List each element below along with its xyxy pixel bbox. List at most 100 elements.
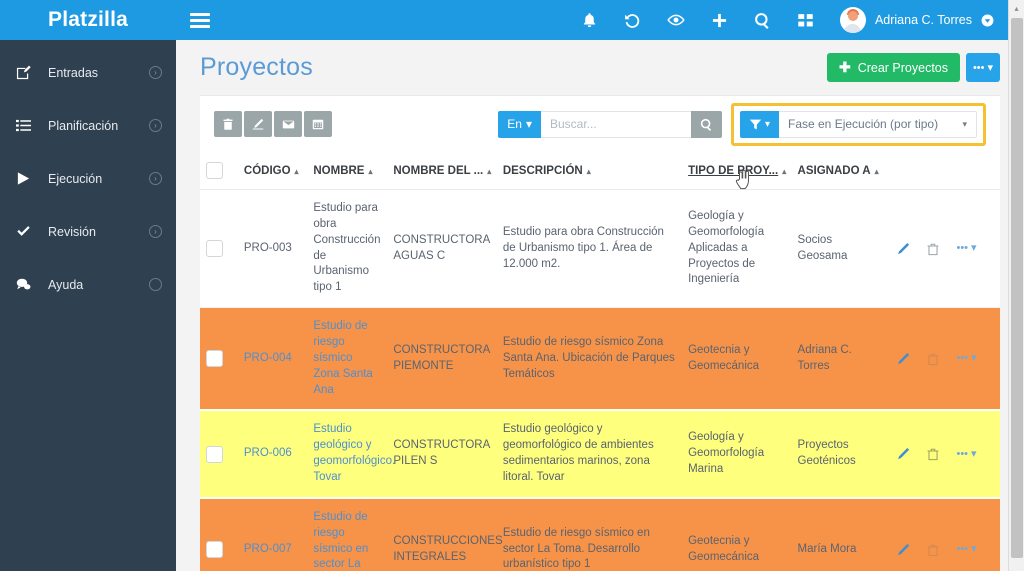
cell-nombre[interactable]: Estudio de riesgo sísmico en sector La T… bbox=[307, 497, 388, 571]
brand-logo[interactable]: Platzilla bbox=[0, 0, 176, 40]
list-icon bbox=[16, 118, 38, 133]
main-content: Adriana C. Torres Proyectos ✚ Crear Proy… bbox=[176, 0, 1024, 571]
cell-codigo[interactable]: PRO-004 bbox=[237, 307, 308, 412]
row-select-cell bbox=[200, 307, 238, 412]
delete-row-icon[interactable] bbox=[926, 447, 940, 461]
ellipsis-icon: ••• bbox=[972, 61, 985, 74]
edit-row-icon[interactable] bbox=[896, 242, 910, 256]
column-header-asignado-a[interactable]: ASIGNADO A ▴ bbox=[791, 152, 891, 190]
search-input[interactable] bbox=[540, 110, 691, 138]
cell-descripcion: Estudio para obra Construcción de Urbani… bbox=[496, 189, 683, 309]
edit-square-icon bbox=[16, 65, 38, 80]
sidebar-item-label: Ayuda bbox=[48, 277, 84, 292]
scroll-up-arrow-icon[interactable]: ▴ bbox=[1009, 0, 1024, 16]
column-header-nombre-del[interactable]: NOMBRE DEL ... ▴ bbox=[387, 152, 497, 190]
row-checkbox[interactable] bbox=[206, 240, 223, 258]
sidebar-item-label: Ejecución bbox=[48, 171, 103, 186]
page-more-actions-button[interactable]: ••• ▾ bbox=[966, 53, 1000, 82]
row-select-cell bbox=[200, 189, 238, 309]
calendar-selected-button[interactable] bbox=[304, 111, 332, 137]
cell-nombre[interactable]: Estudio de riesgo sísmico Zona Santa Ana bbox=[307, 307, 388, 412]
history-icon[interactable] bbox=[624, 12, 641, 29]
row-checkbox[interactable] bbox=[206, 541, 223, 559]
chevron-right-icon: › bbox=[149, 172, 162, 185]
filter-funnel-button[interactable]: ▾ bbox=[739, 110, 779, 138]
grid-icon[interactable] bbox=[797, 12, 814, 29]
plus-icon[interactable] bbox=[711, 12, 728, 29]
topbar: Adriana C. Torres bbox=[176, 0, 1024, 40]
cell-actions: ••• ▾ bbox=[890, 497, 1000, 571]
row-checkbox[interactable] bbox=[206, 445, 223, 463]
create-proyectos-label: Crear Proyectos bbox=[857, 60, 948, 75]
email-selected-button[interactable] bbox=[274, 111, 302, 137]
cell-tipo: Geotecnia y Geomecánica bbox=[682, 497, 792, 571]
table-row[interactable]: PRO-006 Estudio geológico y geomorfológi… bbox=[200, 410, 1000, 499]
table-body: PRO-003 Estudio para obra Construcción d… bbox=[200, 189, 1000, 571]
cell-asignado: María Mora bbox=[791, 497, 891, 571]
cell-nombre[interactable]: Estudio geológico y geomorfológico. Tova… bbox=[307, 410, 395, 499]
sidebar-item-ayuda[interactable]: Ayuda bbox=[0, 258, 176, 311]
search-group: En ▾ bbox=[498, 110, 722, 138]
search-submit-button[interactable] bbox=[690, 110, 722, 138]
row-more-actions[interactable]: ••• ▾ bbox=[956, 447, 976, 462]
page-scrollbar[interactable]: ▴ bbox=[1008, 0, 1024, 571]
table-row[interactable]: PRO-004 Estudio de riesgo sísmico Zona S… bbox=[200, 307, 1000, 412]
bell-icon[interactable] bbox=[581, 12, 598, 29]
column-label: DESCRIPCIÓN bbox=[502, 164, 583, 177]
projects-card: En ▾ ▾ Fase en bbox=[200, 95, 1000, 571]
delete-selected-button[interactable] bbox=[214, 111, 242, 137]
avatar bbox=[839, 7, 866, 33]
cell-codigo[interactable]: PRO-003 bbox=[237, 189, 308, 309]
chevron-right-icon: › bbox=[149, 225, 162, 238]
chevron-down-icon: ▾ bbox=[971, 241, 977, 254]
create-proyectos-button[interactable]: ✚ Crear Proyectos bbox=[826, 53, 960, 82]
chevron-down-icon[interactable] bbox=[981, 14, 994, 27]
cell-nombre-del: CONSTRUCTORA PIEMONTE bbox=[387, 307, 497, 412]
delete-row-icon[interactable] bbox=[926, 242, 940, 256]
eye-icon[interactable] bbox=[667, 11, 685, 29]
cell-codigo[interactable]: PRO-006 bbox=[237, 410, 308, 499]
delete-row-icon[interactable] bbox=[926, 543, 940, 557]
sort-asc-icon: ▴ bbox=[487, 166, 492, 176]
search-icon[interactable] bbox=[754, 12, 771, 29]
hamburger-menu-icon[interactable] bbox=[190, 12, 210, 28]
column-header-descripcion[interactable]: DESCRIPCIÓN ▴ bbox=[496, 152, 683, 190]
table-row[interactable]: PRO-007 Estudio de riesgo sísmico en sec… bbox=[200, 497, 1000, 571]
sidebar-item-label: Planificación bbox=[48, 118, 119, 133]
sidebar-item-ejecucion[interactable]: Ejecución › bbox=[0, 152, 176, 205]
edit-row-icon[interactable] bbox=[896, 447, 910, 461]
column-header-nombre[interactable]: NOMBRE ▴ bbox=[307, 152, 388, 190]
edit-row-icon[interactable] bbox=[896, 543, 910, 557]
select-all-checkbox[interactable] bbox=[206, 162, 223, 179]
column-header-tipo-de-proyecto[interactable]: TIPO DE PROY... ▴ bbox=[682, 152, 792, 190]
cell-nombre-del: CONSTRUCTORA AGUAS C bbox=[387, 189, 497, 309]
edit-selected-button[interactable] bbox=[244, 111, 272, 137]
sidebar-item-entradas[interactable]: Entradas › bbox=[0, 46, 176, 99]
row-checkbox[interactable] bbox=[206, 350, 223, 368]
language-dropdown-button[interactable]: En ▾ bbox=[498, 110, 541, 138]
edit-row-icon[interactable] bbox=[896, 352, 910, 366]
ellipsis-icon: ••• bbox=[956, 241, 969, 254]
chevron-right-icon: › bbox=[149, 119, 162, 132]
row-more-actions[interactable]: ••• ▾ bbox=[956, 542, 976, 557]
table-row[interactable]: PRO-003 Estudio para obra Construcción d… bbox=[200, 189, 1000, 309]
sidebar-item-planificacion[interactable]: Planificación › bbox=[0, 99, 176, 152]
row-more-actions[interactable]: ••• ▾ bbox=[956, 241, 976, 256]
cell-asignado: Proyectos Geoténicos bbox=[791, 410, 891, 499]
chevron-right-icon: › bbox=[149, 66, 162, 79]
sidebar-item-revision[interactable]: Revisión › bbox=[0, 205, 176, 258]
cell-asignado: Adriana C. Torres bbox=[791, 307, 891, 412]
user-menu[interactable]: Adriana C. Torres bbox=[839, 7, 994, 33]
column-header-codigo[interactable]: CÓDIGO ▴ bbox=[237, 152, 308, 190]
cell-codigo[interactable]: PRO-007 bbox=[237, 497, 308, 571]
app-root: Platzilla Entradas › Planificación › Eje… bbox=[0, 0, 1024, 571]
cell-tipo: Geotecnia y Geomecánica bbox=[682, 307, 792, 412]
row-more-actions[interactable]: ••• ▾ bbox=[956, 351, 976, 366]
cell-actions: ••• ▾ bbox=[890, 410, 1000, 499]
cell-nombre[interactable]: Estudio para obra Construcción de Urbani… bbox=[307, 189, 388, 309]
cell-tipo: Geología y Geomorfología Marina bbox=[682, 410, 792, 499]
filter-select[interactable]: Fase en Ejecución (por tipo) ▾ bbox=[779, 110, 977, 138]
check-icon bbox=[16, 224, 38, 239]
delete-row-icon[interactable] bbox=[926, 352, 940, 366]
scrollbar-thumb[interactable] bbox=[1011, 18, 1023, 558]
